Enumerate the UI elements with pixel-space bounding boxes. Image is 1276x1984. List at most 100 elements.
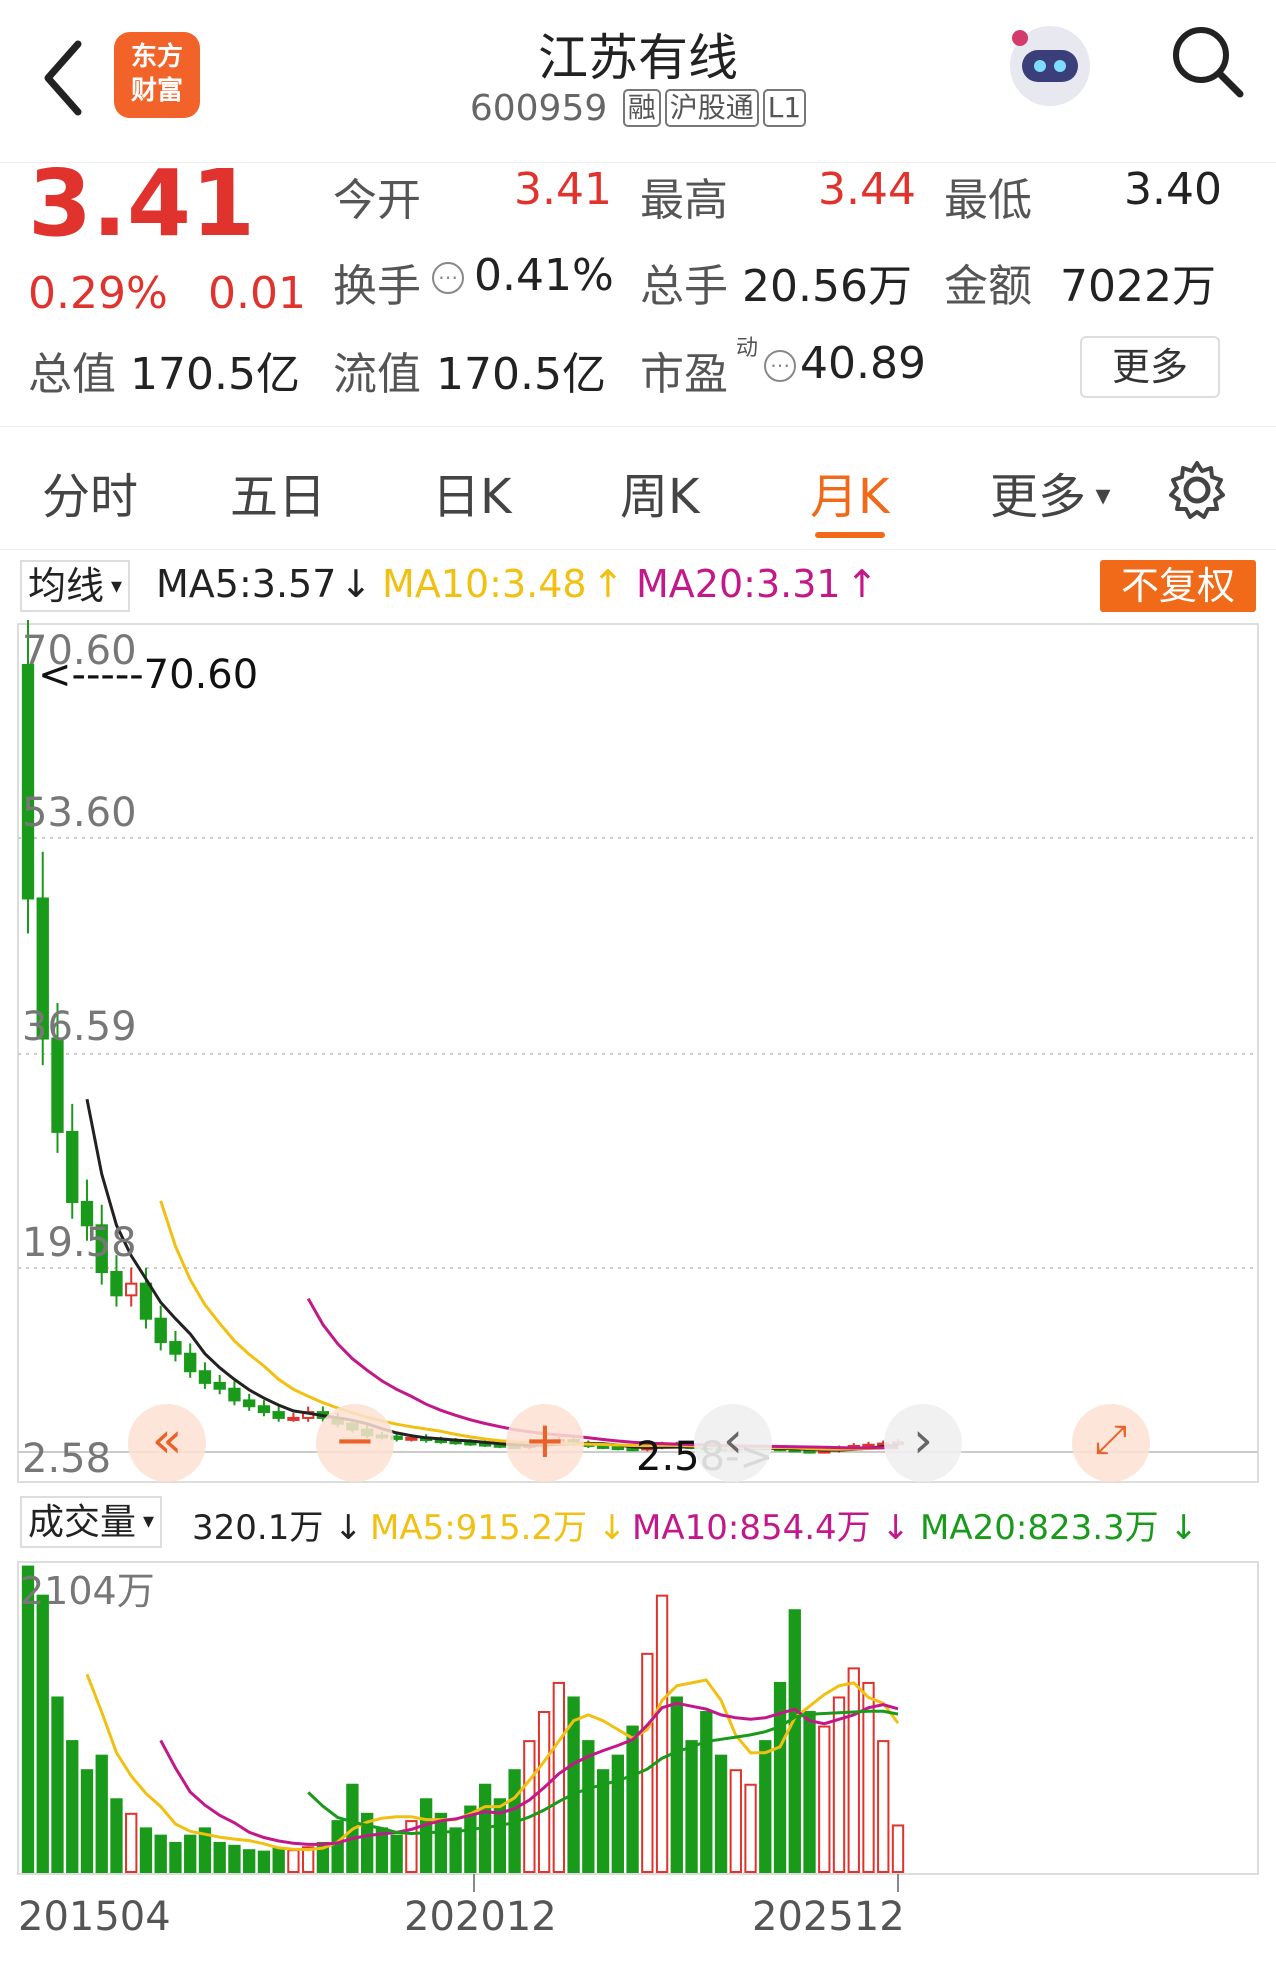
- volume-selector-label: 成交量: [28, 1502, 137, 1543]
- total-mv-value: 170.5亿: [130, 349, 300, 400]
- turnover-label: 换手: [333, 261, 421, 312]
- candle-body: [611, 1446, 624, 1451]
- y-tick-4: 19.58: [22, 1220, 137, 1266]
- tab-monthly-k[interactable]: 月K: [810, 457, 889, 527]
- candle-body: [110, 1271, 123, 1297]
- float-mv-label: 流值: [333, 349, 421, 400]
- more-button[interactable]: 更多: [1080, 336, 1220, 398]
- settings-icon[interactable]: [1166, 459, 1228, 521]
- candle-body: [213, 1381, 226, 1390]
- zoom-in-button[interactable]: +: [506, 1404, 584, 1482]
- ma-selector[interactable]: 均线 ▾: [20, 560, 131, 612]
- volume-bar: [641, 1652, 654, 1874]
- info-icon[interactable]: ⋯: [432, 262, 464, 294]
- volume-value: 20.56万: [742, 261, 912, 312]
- volume-bar: [818, 1725, 831, 1873]
- candle-body: [184, 1352, 197, 1373]
- ma10-value: MA10:3.48: [382, 562, 587, 606]
- ma20-value: MA20:3.31: [636, 562, 841, 606]
- volume-bar: [877, 1740, 890, 1873]
- tab-more-label: 更多: [990, 469, 1087, 525]
- tab-intraday[interactable]: 分时: [42, 457, 138, 527]
- candle-body: [139, 1282, 153, 1320]
- volume-bar: [419, 1798, 433, 1873]
- kline-chart[interactable]: [0, 620, 1276, 1984]
- volume-series-layer: [21, 1565, 905, 1874]
- volume-bar: [626, 1725, 639, 1873]
- amount-value: 7022万: [1060, 261, 1216, 312]
- next-button[interactable]: ›: [884, 1404, 962, 1482]
- period-tabs: 分时 五日 日K 周K 月K 更多 ▾: [0, 426, 1276, 550]
- tab-weekly-k[interactable]: 周K: [620, 457, 699, 527]
- ma-selector-label: 均线: [28, 564, 105, 608]
- ma20-arrow: ↑: [846, 562, 878, 606]
- volume-bar: [228, 1844, 241, 1873]
- ma5-value: MA5:3.57: [156, 562, 337, 606]
- expand-button[interactable]: ⤢: [1072, 1404, 1150, 1482]
- volume-bar: [213, 1841, 226, 1874]
- y-tick-3: 36.59: [22, 1004, 137, 1050]
- candle-body: [228, 1387, 241, 1402]
- volume-selector[interactable]: 成交量 ▾: [20, 1496, 163, 1548]
- volume-bar: [184, 1834, 197, 1873]
- volume-bar: [611, 1754, 624, 1873]
- volume-bar: [125, 1812, 138, 1873]
- candle-body: [405, 1436, 418, 1441]
- pe-info-icon[interactable]: ⋯: [764, 350, 796, 382]
- open-value: 3.41: [514, 164, 612, 215]
- volume-bar: [655, 1594, 669, 1873]
- tab-five-day[interactable]: 五日: [230, 457, 326, 527]
- prev-button[interactable]: ‹: [694, 1404, 772, 1482]
- volume-bar: [493, 1798, 507, 1873]
- robot-avatar-icon[interactable]: [1000, 14, 1100, 114]
- tag-connect: 沪股通: [664, 89, 759, 127]
- candle-body: [125, 1282, 138, 1297]
- max-marker: <-----70.60: [38, 652, 259, 698]
- high-value: 3.44: [818, 164, 916, 215]
- volume-bar: [66, 1740, 79, 1873]
- candle-body: [243, 1399, 256, 1408]
- tab-daily-k[interactable]: 日K: [432, 457, 511, 527]
- open-label: 今开: [333, 175, 421, 226]
- volume-label: 总手: [640, 261, 728, 312]
- volume-bar: [95, 1754, 108, 1873]
- zoom-out-button[interactable]: −: [316, 1404, 394, 1482]
- high-label: 最高: [640, 175, 728, 226]
- rewind-button[interactable]: «: [128, 1404, 206, 1482]
- change-percent: 0.29%: [28, 268, 168, 319]
- volume-ma10: MA10:854.4万 ↓: [632, 1508, 910, 1548]
- change-amount: 0.01: [208, 268, 306, 319]
- volume-bar: [169, 1841, 182, 1874]
- price-series-layer: [21, 620, 905, 1454]
- candle-body: [272, 1411, 285, 1419]
- volume-bar: [272, 1847, 285, 1873]
- volume-bar: [788, 1609, 801, 1873]
- volume-bar: [51, 1696, 64, 1874]
- volume-bar: [759, 1740, 772, 1873]
- y-tick-2: 53.60: [22, 790, 137, 836]
- volume-bar: [154, 1834, 167, 1873]
- tab-more[interactable]: 更多 ▾: [990, 457, 1111, 527]
- pe-value: 40.89: [800, 338, 926, 389]
- current-price: 3.41: [28, 150, 255, 257]
- candle-body: [21, 664, 35, 900]
- y-tick-min: 2.58: [22, 1436, 112, 1482]
- volume-ma5: MA5:915.2万 ↓: [370, 1508, 627, 1548]
- volume-bar: [847, 1667, 860, 1873]
- amount-label: 金额: [944, 261, 1032, 312]
- volume-bar: [714, 1754, 728, 1873]
- volume-bar: [243, 1849, 256, 1874]
- ma10-arrow: ↑: [592, 562, 624, 606]
- volume-bar: [523, 1740, 536, 1873]
- adjust-button[interactable]: 不复权: [1100, 560, 1256, 612]
- x-label-2: 202012: [404, 1894, 557, 1940]
- turnover-value: 0.41%: [474, 250, 614, 301]
- volume-bar: [36, 1594, 49, 1873]
- candle-body: [154, 1317, 167, 1344]
- x-label-3: 202512: [752, 1894, 905, 1940]
- volume-bar: [257, 1850, 271, 1874]
- volume-bar: [700, 1711, 713, 1874]
- volume-bar: [390, 1834, 403, 1873]
- candle-body: [169, 1341, 182, 1355]
- search-icon[interactable]: [1168, 22, 1246, 100]
